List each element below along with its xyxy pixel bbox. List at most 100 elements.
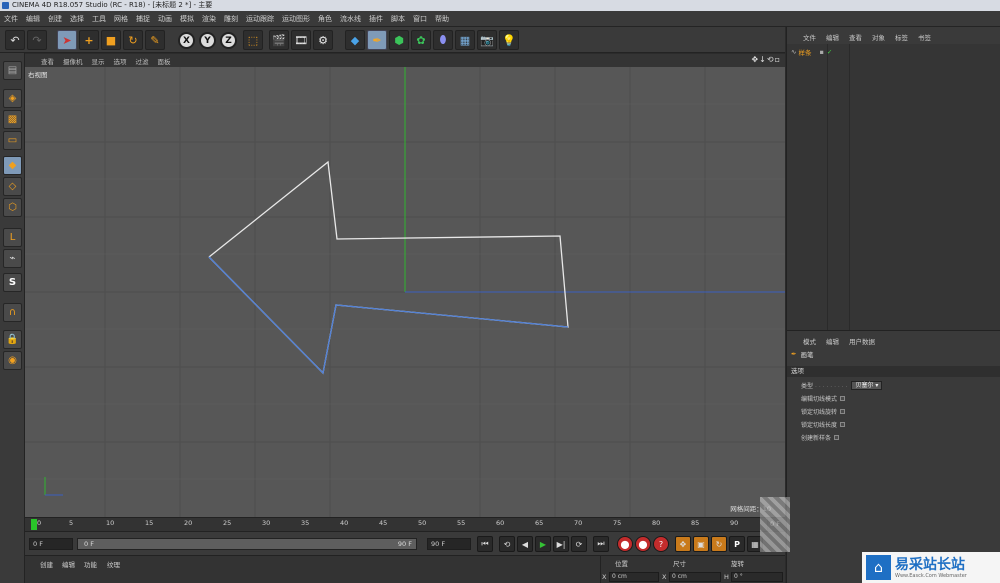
material-menu-texture[interactable]: 纹理 [107,559,120,569]
enabled-check-icon[interactable]: ✓ [827,48,832,56]
material-menu-function[interactable]: 功能 [84,559,97,569]
camera-icon[interactable]: 📷 [477,30,497,50]
select-arrow-icon[interactable]: ➤ [57,30,77,50]
create-new-spline-checkbox[interactable] [834,435,840,440]
menu-mesh[interactable]: 网格 [114,14,128,24]
lock-tangent-rotation-checkbox[interactable] [840,409,846,414]
om-menu-view[interactable]: 查看 [849,32,862,42]
magnet-icon[interactable]: ∩ [3,303,22,322]
cloner-icon[interactable]: ✿ [411,30,431,50]
previous-key-icon[interactable]: ⟲ [499,536,515,552]
edit-tangent-mode-checkbox[interactable] [840,396,846,401]
viewport-menu-options[interactable]: 选项 [114,56,127,66]
menu-edit[interactable]: 编辑 [26,14,40,24]
key-position-icon[interactable]: ✥ [675,536,691,552]
key-rotation-icon[interactable]: ↻ [711,536,727,552]
scale-icon[interactable]: ■ [101,30,121,50]
options-section-header[interactable]: 选项 [787,366,1000,377]
menu-sculpt[interactable]: 雕刻 [224,14,238,24]
size-x-field[interactable]: 0 cm [669,572,721,582]
snap-icon[interactable]: S [3,273,22,292]
arrow-spline-white[interactable] [208,160,569,375]
menu-window[interactable]: 窗口 [413,14,427,24]
rotation-h-field[interactable]: 0 ° [731,572,783,582]
next-key-icon[interactable]: ⟳ [571,536,587,552]
key-parameter-icon[interactable]: P [729,536,745,552]
viewport-menu-panel[interactable]: 面板 [158,56,171,66]
preview-range-slider[interactable]: 0 F 90 F [77,538,417,550]
workplane-icon[interactable]: ▤ [3,61,22,80]
go-to-end-icon[interactable]: ⏭ [593,536,609,552]
next-frame-icon[interactable]: ▶| [553,536,569,552]
viewport-menu-display[interactable]: 显示 [92,56,105,66]
workplane-mode-icon[interactable]: ▭ [3,131,22,150]
coordinate-system-icon[interactable]: ⬚ [243,30,263,50]
make-editable-icon[interactable]: ◈ [3,89,22,108]
om-menu-edit[interactable]: 编辑 [826,32,839,42]
list-item[interactable]: ∿ 样条 ▪ ✓ [791,47,832,57]
cube-primitive-icon[interactable]: ◆ [345,30,365,50]
menu-help[interactable]: 帮助 [435,14,449,24]
om-menu-tags[interactable]: 标签 [895,32,908,42]
menu-plugins[interactable]: 插件 [369,14,383,24]
subdivision-surface-icon[interactable]: ⬢ [389,30,409,50]
rotate-icon[interactable]: ↻ [123,30,143,50]
om-menu-bookmarks[interactable]: 书签 [918,32,931,42]
material-menu-create[interactable]: 创建 [40,559,53,569]
object-name[interactable]: 样条 [798,47,811,57]
menu-character[interactable]: 角色 [318,14,332,24]
menu-file[interactable]: 文件 [4,14,18,24]
current-frame-field[interactable]: 0 F [29,538,73,550]
z-axis-lock-button[interactable]: Z [220,32,237,49]
viewport-menu-filter[interactable]: 过滤 [136,56,149,66]
record-keys-icon[interactable]: ⬤ [617,536,633,552]
viewport-navigation-icons[interactable]: ✥↓⟲▫ [751,55,781,64]
timeline-ruler[interactable]: 0 5 10 15 20 25 30 35 40 45 50 55 60 65 … [25,517,785,531]
previous-frame-icon[interactable]: ◀ [517,536,533,552]
am-menu-mode[interactable]: 模式 [803,336,816,346]
key-scale-icon[interactable]: ▣ [693,536,709,552]
render-view-icon[interactable]: 🎬 [269,30,289,50]
viewport-menu-camera[interactable]: 摄像机 [63,56,83,66]
edges-mode-icon[interactable]: ⬡ [3,198,22,217]
om-menu-file[interactable]: 文件 [803,32,816,42]
axis-mode-icon[interactable]: L [3,228,22,247]
menu-create[interactable]: 创建 [48,14,62,24]
tweak-mode-icon[interactable]: ⌁ [3,249,22,268]
arrow-spline-blue[interactable] [208,256,569,375]
deformer-icon[interactable]: ⬮ [433,30,453,50]
lock-workplane-icon[interactable]: 🔒 [3,330,22,349]
play-icon[interactable]: ▶ [535,536,551,552]
am-menu-userdata[interactable]: 用户数据 [849,336,875,346]
redo-icon[interactable]: ↷ [27,30,47,50]
visibility-dots-icon[interactable]: ▪ [819,48,823,56]
menu-pipeline[interactable]: 流水线 [340,14,361,24]
type-dropdown[interactable]: 贝塞尔 ▾ [851,381,883,390]
pen-spline-icon[interactable]: ✒ [367,30,387,50]
keyframe-selection-icon[interactable]: ? [653,536,669,552]
menu-select[interactable]: 选择 [70,14,84,24]
solo-mode-icon[interactable]: ◉ [3,351,22,370]
menu-simulate[interactable]: 模拟 [180,14,194,24]
render-settings-icon[interactable]: ⚙ [313,30,333,50]
undo-icon[interactable]: ↶ [5,30,25,50]
material-menu-edit[interactable]: 编辑 [62,559,75,569]
menu-motion-tracking[interactable]: 运动跟踪 [246,14,274,24]
viewport-right-view[interactable]: 右视图 网格间距：10 [25,67,785,517]
menu-animate[interactable]: 动画 [158,14,172,24]
auto-keying-icon[interactable]: ⬤ [635,536,651,552]
live-select-icon[interactable]: ✎ [145,30,165,50]
menu-mograph[interactable]: 运动图形 [282,14,310,24]
menu-snap[interactable]: 捕捉 [136,14,150,24]
end-frame-field[interactable]: 90 F [427,538,471,550]
position-x-field[interactable]: 0 cm [609,572,659,582]
floor-icon[interactable]: ▦ [455,30,475,50]
menu-render[interactable]: 渲染 [202,14,216,24]
menu-tools[interactable]: 工具 [92,14,106,24]
lock-tangent-length-checkbox[interactable] [840,422,846,427]
x-axis-lock-button[interactable]: X [178,32,195,49]
menu-script[interactable]: 脚本 [391,14,405,24]
move-icon[interactable]: + [79,30,99,50]
om-menu-objects[interactable]: 对象 [872,32,885,42]
am-menu-edit[interactable]: 编辑 [826,336,839,346]
